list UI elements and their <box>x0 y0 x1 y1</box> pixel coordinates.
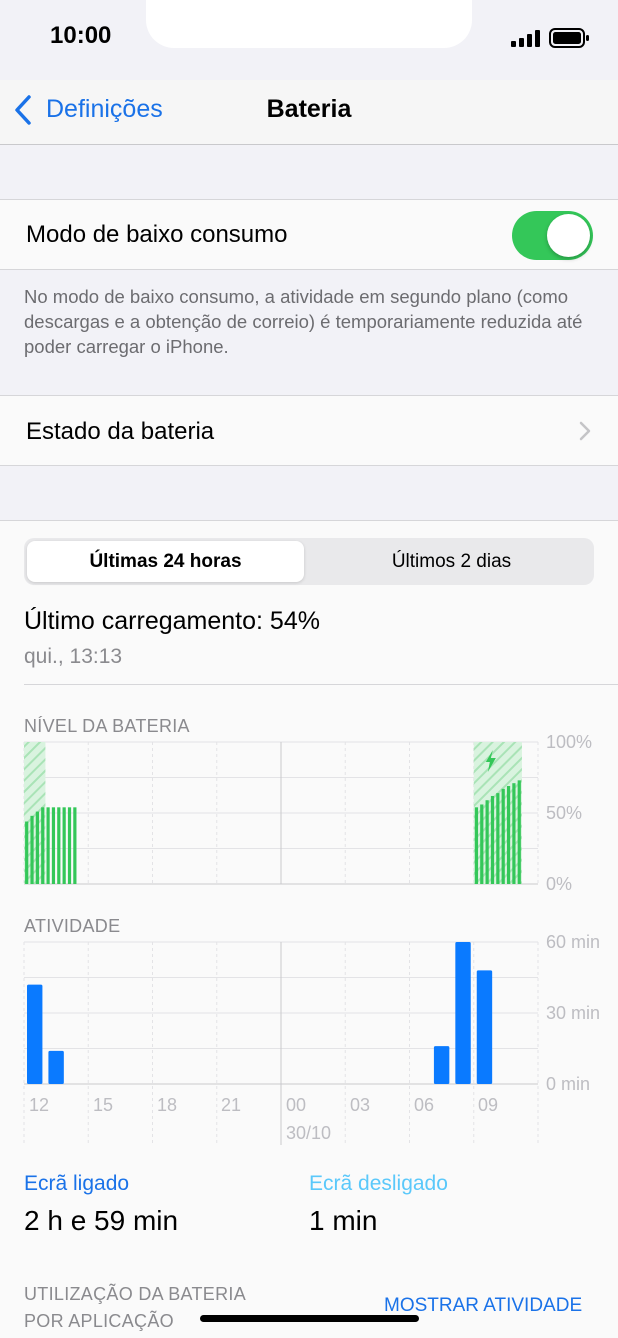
x-tick-06: 06 <box>414 1095 435 1115</box>
battery-bar <box>46 807 50 884</box>
x-tick-12: 12 <box>29 1095 50 1115</box>
activity-bar <box>433 1046 450 1084</box>
battery-bar <box>51 807 56 884</box>
x-tick-21: 21 <box>221 1095 242 1115</box>
x-tick-09: 09 <box>478 1095 499 1115</box>
battery-bar <box>496 793 500 884</box>
battery-bar <box>35 811 39 884</box>
show-activity-button[interactable]: MOSTRAR ATIVIDADE <box>384 1295 582 1317</box>
battery-bar <box>474 807 479 884</box>
screen-off-label[interactable]: Ecrã desligado <box>309 1172 448 1196</box>
battery-bar <box>480 804 484 884</box>
battery-bar <box>485 800 489 884</box>
screen-on-value: 2 h e 59 min <box>24 1205 179 1236</box>
activity-ytick-0: 0 min <box>546 1074 591 1094</box>
x-tick-18: 18 <box>157 1095 178 1115</box>
x-date-label: 30/10 <box>286 1123 332 1143</box>
battery-bar <box>506 786 511 884</box>
battery-bar <box>501 788 505 884</box>
battery-bar <box>67 807 72 884</box>
home-indicator <box>200 1315 419 1322</box>
battery-bar <box>30 815 34 884</box>
battery-bar <box>512 783 516 884</box>
x-tick-03: 03 <box>350 1095 371 1115</box>
usage-title-line1: UTILIZAÇÃO DA BATERIA <box>24 1284 247 1304</box>
battery-bar <box>57 807 61 884</box>
x-tick-15: 15 <box>93 1095 114 1115</box>
activity-bar <box>26 984 43 1084</box>
battery-bar <box>73 807 77 884</box>
usage-by-app-title: UTILIZAÇÃO DA BATERIA POR APLICAÇÃO <box>24 1281 246 1335</box>
battery-bar <box>490 795 495 884</box>
battery-bar <box>62 807 66 884</box>
activity-bar <box>48 1050 64 1084</box>
activity-bar <box>476 970 493 1084</box>
battery-bar <box>41 807 45 884</box>
activity-ytick-60: 60 min <box>546 932 601 952</box>
screen-on-label[interactable]: Ecrã ligado <box>24 1172 129 1196</box>
x-tick-00: 00 <box>286 1095 307 1115</box>
screen-off-value: 1 min <box>309 1205 378 1236</box>
battery-bar <box>517 780 521 884</box>
battery-bar <box>25 821 29 884</box>
activity-bar <box>455 942 471 1084</box>
activity-title: ATIVIDADE <box>24 916 121 936</box>
activity-ytick-30: 30 min <box>546 1003 601 1023</box>
